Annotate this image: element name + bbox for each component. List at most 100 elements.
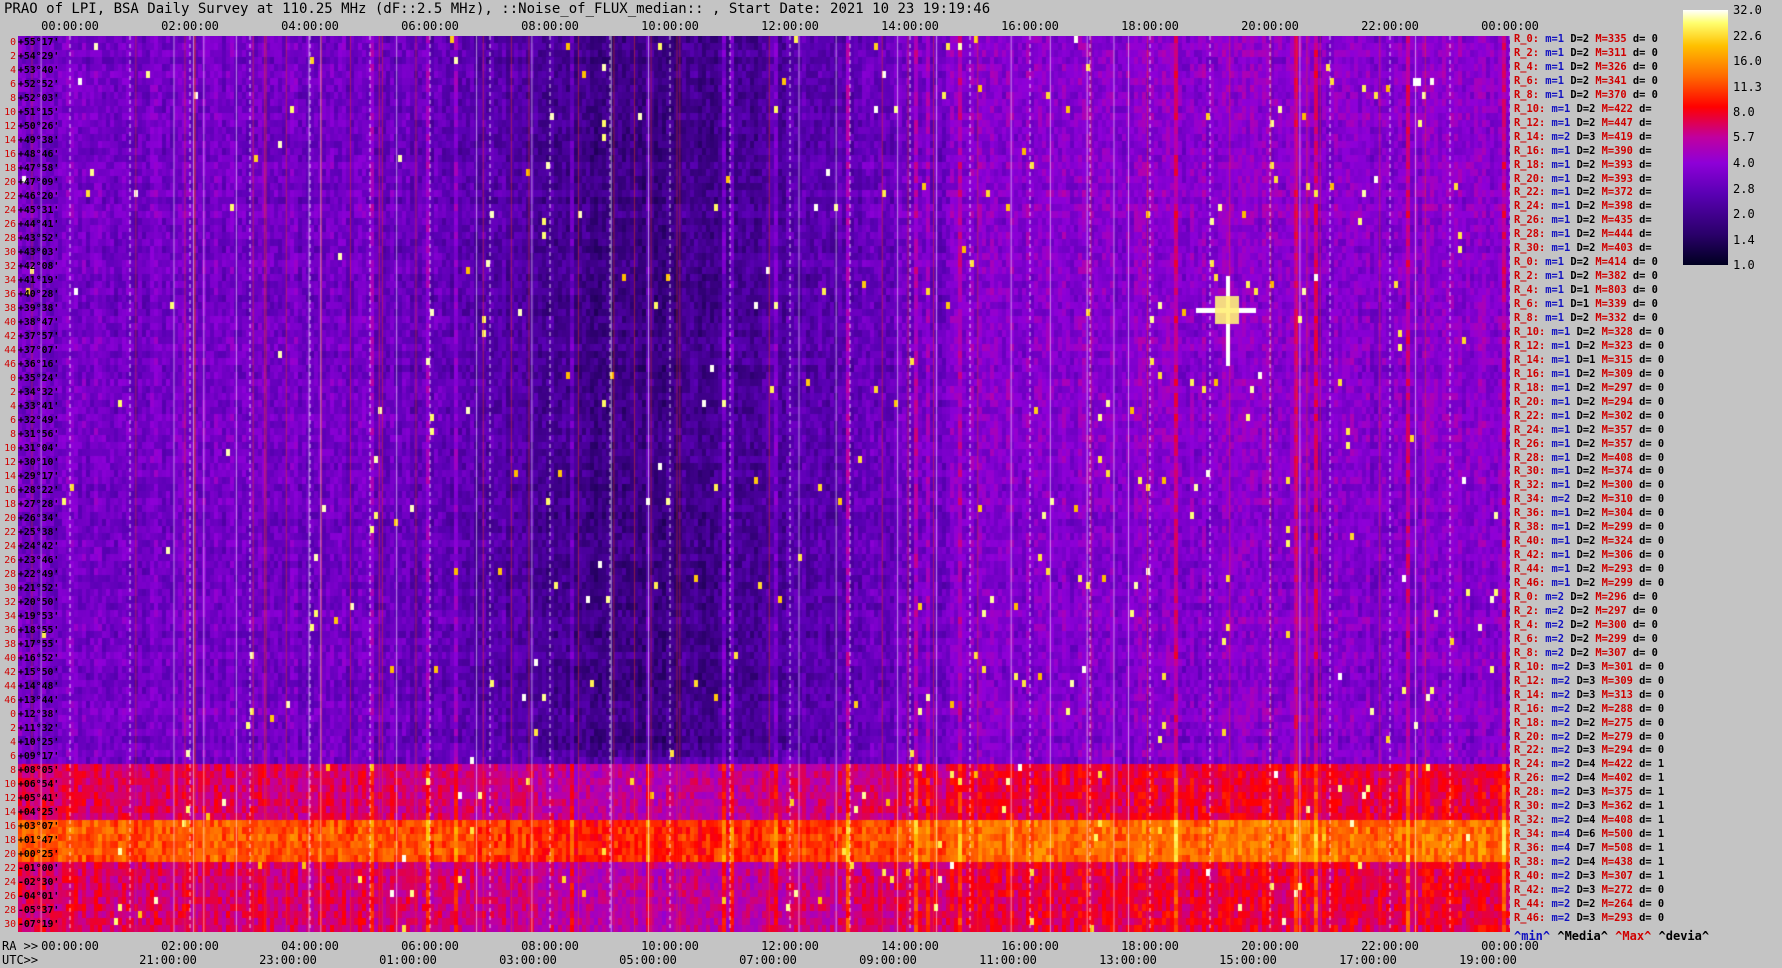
stat-median: D=2: [1570, 74, 1596, 87]
stat-devia: d= 0: [1639, 897, 1665, 910]
stat-beam: R_38:: [1514, 856, 1552, 869]
declination-value: +48°46': [18, 149, 60, 160]
declination-label: 42 +37°57': [2, 332, 59, 342]
utc-tick-label: 01:00:00: [379, 953, 437, 967]
beam-stat-row: R_26: m=2 D=4 M=402 d= 1: [1514, 773, 1664, 784]
stat-min: m=1: [1545, 46, 1571, 59]
stat-max: M=301: [1601, 660, 1640, 673]
stat-median: D=2: [1576, 144, 1602, 157]
stat-min: m=1: [1545, 60, 1571, 73]
stat-min: m=2: [1551, 730, 1577, 743]
declination-label: 38 +17°55': [2, 640, 59, 650]
stat-beam: R_26:: [1514, 214, 1552, 227]
beam-index: 8: [10, 93, 16, 104]
beam-index: 6: [10, 415, 16, 426]
stat-devia: d= 0: [1639, 883, 1665, 896]
declination-value: +52°03': [18, 93, 60, 104]
stat-min: m=2: [1551, 814, 1577, 827]
declination-label: 10 +06°54': [2, 780, 59, 790]
stat-median: D=2: [1576, 200, 1602, 213]
declination-value: +19°53': [18, 611, 60, 622]
stat-min: m=1: [1551, 437, 1577, 450]
stat-devia: d= 0: [1632, 46, 1658, 59]
beam-index: 26: [4, 891, 16, 902]
top-tick-label: 00:00:00: [1481, 19, 1539, 33]
beam-index: 22: [4, 191, 16, 202]
stat-devia: d=: [1639, 102, 1652, 115]
declination-value: +16°52': [18, 653, 60, 664]
declination-label: 18 +01°47': [2, 836, 59, 846]
declination-value: +04°25': [18, 807, 60, 818]
beam-index: 28: [4, 233, 16, 244]
stat-max: M=403: [1601, 242, 1640, 255]
declination-value: +08°05': [18, 765, 60, 776]
beam-index: 2: [10, 51, 16, 62]
stat-median: D=2: [1576, 172, 1602, 185]
stat-median: D=2: [1570, 591, 1596, 603]
stat-max: M=508: [1601, 842, 1640, 855]
stat-max: M=306: [1601, 549, 1640, 562]
beam-index: 40: [4, 317, 16, 328]
stat-min: m=2: [1551, 800, 1577, 813]
stat-min: m=1: [1551, 102, 1577, 115]
stat-beam: R_8:: [1514, 646, 1546, 659]
stat-max: M=315: [1601, 353, 1640, 366]
beam-stat-row: R_34: m=4 D=6 M=500 d= 1: [1514, 829, 1664, 840]
stat-min: m=1: [1551, 186, 1577, 199]
stat-devia: d= 0: [1632, 284, 1658, 297]
stat-max: M=304: [1601, 507, 1640, 520]
stat-devia: d= 0: [1632, 604, 1658, 617]
top-tick-label: 08:00:00: [521, 19, 579, 33]
declination-value: +23°46': [18, 555, 60, 566]
stat-min: m=1: [1551, 549, 1577, 562]
stat-max: M=299: [1601, 521, 1640, 534]
declination-label: 20 +47°09': [2, 178, 59, 188]
beam-stat-row: R_34: m=2 D=2 M=310 d= 0: [1514, 494, 1664, 505]
stat-beam: R_2:: [1514, 46, 1546, 59]
stat-beam: R_44:: [1514, 897, 1552, 910]
beam-index: 44: [4, 345, 16, 356]
stat-min: m=1: [1545, 270, 1571, 283]
beam-index: 22: [4, 527, 16, 538]
stat-beam: R_26:: [1514, 437, 1552, 450]
stat-median: D=7: [1576, 842, 1602, 855]
stat-max: M=408: [1601, 814, 1640, 827]
stat-beam: R_18:: [1514, 381, 1552, 394]
stat-max: M=272: [1601, 883, 1640, 896]
beam-index: 18: [4, 835, 16, 846]
stat-median: D=2: [1576, 325, 1602, 338]
stat-beam: R_20:: [1514, 730, 1552, 743]
beam-index: 4: [10, 65, 16, 76]
declination-value: -05°37': [18, 905, 60, 916]
beam-stat-row: R_26: m=1 D=2 M=357 d= 0: [1514, 437, 1664, 450]
stat-min: m=1: [1551, 395, 1577, 408]
utc-tick-label: 23:00:00: [259, 953, 317, 967]
stat-median: D=2: [1570, 46, 1596, 59]
declination-value: +51°15': [18, 107, 60, 118]
declination-value: +40°28': [18, 289, 60, 300]
beam-stat-row: R_24: m=1 D=2 M=357 d= 0: [1514, 423, 1664, 436]
stat-median: D=2: [1576, 549, 1602, 562]
declination-value: +37°07': [18, 345, 60, 356]
declination-label: 36 +40°28': [2, 290, 59, 300]
stat-median: D=2: [1576, 423, 1602, 436]
declination-label: 6 +09°17': [2, 752, 59, 762]
beam-index: 0: [10, 709, 16, 720]
stat-median: D=2: [1570, 618, 1596, 631]
top-tick-label: 10:00:00: [641, 19, 699, 33]
beam-index: 12: [4, 457, 16, 468]
stat-min: m=1: [1545, 312, 1571, 324]
legend-devia: ^devia^: [1658, 929, 1710, 943]
stat-min: m=2: [1551, 493, 1577, 506]
beam-index: 30: [4, 919, 16, 930]
beam-stat-row: R_38: m=2 D=4 M=438 d= 1: [1514, 857, 1664, 868]
declination-label: 14 +49°38': [2, 136, 59, 146]
stat-max: M=307: [1601, 870, 1640, 882]
beam-index: 38: [4, 639, 16, 650]
declination-label: 26 -04°01': [2, 892, 59, 902]
beam-stat-row: R_42: m=2 D=3 M=272 d= 0: [1514, 883, 1665, 896]
stat-median: D=2: [1576, 214, 1602, 227]
beam-stat-row: R_2: m=2 D=2 M=297 d= 0: [1514, 604, 1658, 617]
declination-label: 32 +42°08': [2, 262, 59, 272]
declination-label: 30 +43°03': [2, 248, 59, 258]
